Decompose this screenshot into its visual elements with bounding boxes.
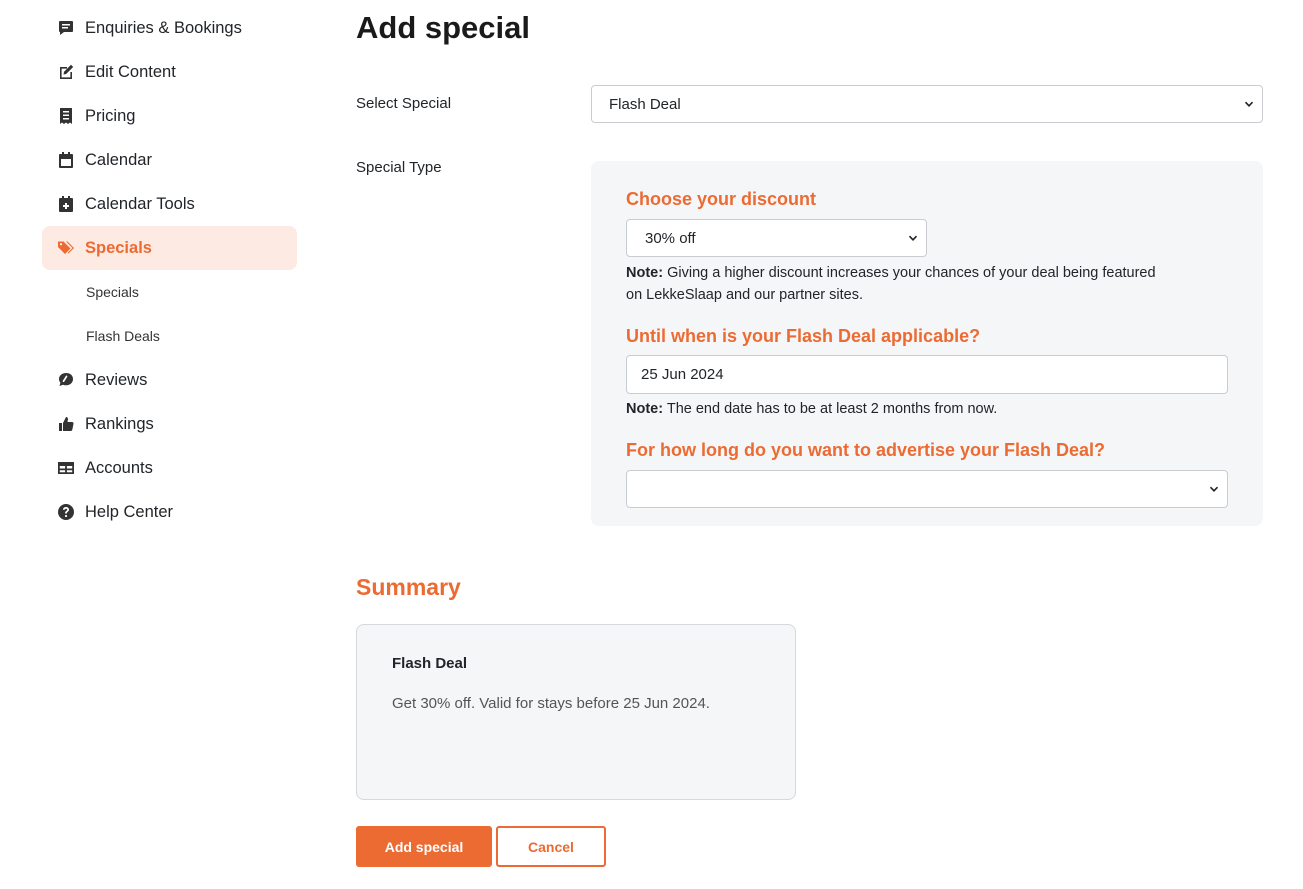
sidebar-item-rankings[interactable]: Rankings — [42, 402, 297, 446]
comment-icon — [58, 372, 74, 388]
sidebar-subitem-specials[interactable]: Specials — [42, 270, 297, 314]
until-note-text: The end date has to be at least 2 months… — [666, 401, 998, 417]
discount-heading: Choose your discount — [626, 189, 817, 209]
until-note: Note: The end date has to be at least 2 … — [626, 398, 997, 420]
sidebar-subitem-flash-deals[interactable]: Flash Deals — [42, 314, 297, 358]
sidebar-item-calendar[interactable]: Calendar — [42, 138, 297, 182]
sidebar-item-reviews[interactable]: Reviews — [42, 358, 297, 402]
sidebar-item-label: Calendar — [85, 150, 152, 169]
discount-note-line1: Giving a higher discount increases your … — [667, 265, 1156, 281]
duration-heading: For how long do you want to advertise yo… — [626, 440, 1106, 460]
select-special-value: Flash Deal — [609, 95, 681, 113]
discount-select[interactable]: 30% off — [626, 219, 927, 257]
end-date-value: 25 Jun 2024 — [641, 366, 724, 383]
sidebar-item-help-center[interactable]: Help Center — [42, 490, 297, 534]
sidebar-item-label: Reviews — [85, 370, 148, 389]
sidebar-item-label: Pricing — [85, 106, 136, 125]
sidebar-item-label: Enquiries & Bookings — [85, 18, 242, 37]
thumbs-up-icon — [58, 416, 74, 432]
note-label: Note: — [626, 265, 664, 281]
chevron-down-icon — [1244, 99, 1254, 109]
sidebar-item-calendar-tools[interactable]: Calendar Tools — [42, 182, 297, 226]
end-date-input[interactable]: 25 Jun 2024 — [626, 355, 1228, 394]
sidebar: Enquiries & Bookings Edit Content Pricin… — [42, 6, 297, 534]
summary-card-description: Get 30% off. Valid for stays before 25 J… — [392, 695, 710, 712]
note-label: Note: — [626, 401, 664, 417]
calendar-plus-icon — [58, 196, 74, 212]
add-special-button[interactable]: Add special — [356, 826, 492, 867]
discount-note-line2: on LekkeSlaap and our partner sites. — [626, 287, 863, 303]
summary-title: Summary — [356, 574, 461, 600]
question-circle-icon — [58, 504, 74, 520]
sidebar-item-edit-content[interactable]: Edit Content — [42, 50, 297, 94]
table-icon — [58, 460, 74, 476]
receipt-icon — [58, 108, 74, 124]
summary-card-title: Flash Deal — [392, 655, 468, 672]
sidebar-item-accounts[interactable]: Accounts — [42, 446, 297, 490]
sidebar-item-enquiries-bookings[interactable]: Enquiries & Bookings — [42, 6, 297, 50]
select-special-dropdown[interactable]: Flash Deal — [591, 85, 1263, 123]
tags-icon — [58, 240, 74, 256]
select-special-label: Select Special — [356, 95, 452, 112]
cancel-button[interactable]: Cancel — [496, 826, 606, 867]
sidebar-item-pricing[interactable]: Pricing — [42, 94, 297, 138]
special-type-label: Special Type — [356, 159, 442, 176]
sidebar-item-label: Help Center — [85, 502, 174, 521]
discount-note: Note: Giving a higher discount increases… — [626, 262, 1156, 306]
discount-value: 30% off — [645, 229, 696, 247]
edit-icon — [58, 64, 74, 80]
sidebar-item-label: Rankings — [85, 414, 154, 433]
special-type-panel: Choose your discount 30% off Note: Givin… — [591, 161, 1263, 526]
summary-card: Flash Deal Get 30% off. Valid for stays … — [356, 624, 796, 800]
message-icon — [58, 20, 74, 36]
sidebar-item-specials[interactable]: Specials — [42, 226, 297, 270]
duration-select[interactable] — [626, 470, 1228, 508]
sidebar-item-label: Calendar Tools — [85, 194, 195, 213]
calendar-icon — [58, 152, 74, 168]
sidebar-item-label: Edit Content — [85, 62, 176, 81]
chevron-down-icon — [1209, 484, 1219, 494]
page-title: Add special — [356, 10, 530, 45]
until-heading: Until when is your Flash Deal applicable… — [626, 326, 981, 346]
sidebar-item-label: Accounts — [85, 458, 153, 477]
sidebar-item-label: Specials — [85, 238, 152, 257]
chevron-down-icon — [908, 233, 918, 243]
